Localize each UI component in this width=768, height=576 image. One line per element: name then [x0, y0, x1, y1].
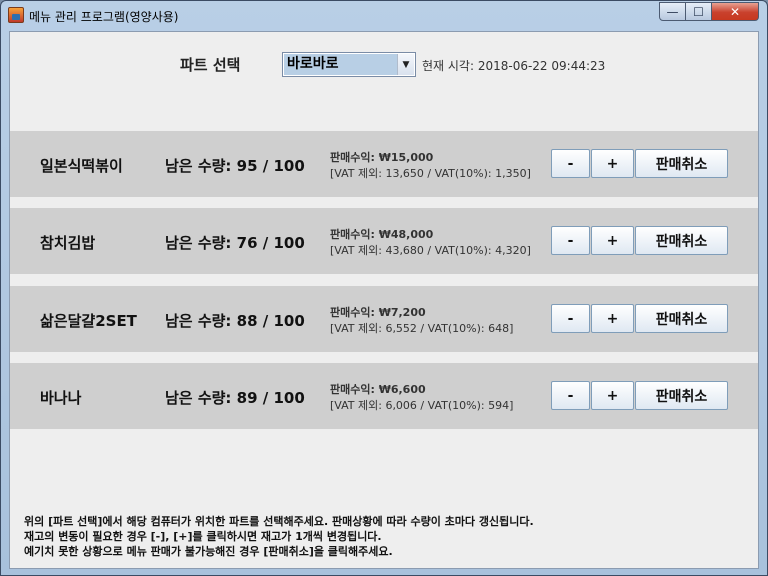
menu-name: 바나나: [40, 389, 82, 407]
instruction-line: 위의 [파트 선택]에서 해당 컴퓨터가 위치한 파트를 선택해주세요. 판매상…: [24, 515, 534, 528]
revenue-text: 판매수익: ₩6,600: [330, 383, 426, 396]
menu-name: 삶은달걀2SET: [40, 312, 137, 330]
client-area: 파트 선택 바로바로 ▼ 현재 시각: 2018-06-22 09:44:23 …: [9, 31, 759, 569]
menu-row: 바나나 남은 수량: 89 / 100 판매수익: ₩6,600 [VAT 제외…: [10, 363, 758, 429]
part-select-value: 바로바로: [284, 54, 397, 75]
decrease-button[interactable]: -: [551, 304, 590, 333]
title-bar[interactable]: 메뉴 관리 프로그램(영양사용) — ☐ ✕: [1, 1, 767, 31]
menu-row: 참치김밥 남은 수량: 76 / 100 판매수익: ₩48,000 [VAT …: [10, 208, 758, 274]
chevron-down-icon[interactable]: ▼: [397, 54, 414, 75]
revenue-text: 판매수익: ₩48,000: [330, 228, 434, 241]
stock-count: 남은 수량: 88 / 100: [165, 312, 305, 330]
current-time: 현재 시각: 2018-06-22 09:44:23: [422, 59, 606, 73]
menu-row: 삶은달걀2SET 남은 수량: 88 / 100 판매수익: ₩7,200 [V…: [10, 286, 758, 352]
part-select-label: 파트 선택: [180, 56, 241, 74]
maximize-button[interactable]: ☐: [686, 2, 712, 21]
vat-text: [VAT 제외: 13,650 / VAT(10%): 1,350]: [330, 167, 531, 180]
instruction-line: 예기치 못한 상황으로 메뉴 판매가 불가능해진 경우 [판매취소]을 클릭해주…: [24, 545, 393, 558]
vat-text: [VAT 제외: 43,680 / VAT(10%): 4,320]: [330, 244, 531, 257]
decrease-button[interactable]: -: [551, 149, 590, 178]
menu-name: 참치김밥: [40, 234, 96, 252]
close-icon: ✕: [729, 4, 741, 19]
increase-button[interactable]: +: [591, 149, 634, 178]
cancel-sale-button[interactable]: 판매취소: [635, 381, 728, 410]
vat-text: [VAT 제외: 6,552 / VAT(10%): 648]: [330, 322, 514, 335]
revenue-text: 판매수익: ₩7,200: [330, 306, 426, 319]
decrease-button[interactable]: -: [551, 226, 590, 255]
cancel-sale-button[interactable]: 판매취소: [635, 149, 728, 178]
increase-button[interactable]: +: [591, 381, 634, 410]
java-app-icon: [8, 7, 24, 23]
vat-text: [VAT 제외: 6,006 / VAT(10%): 594]: [330, 399, 514, 412]
increase-button[interactable]: +: [591, 226, 634, 255]
close-button[interactable]: ✕: [712, 2, 759, 21]
stock-count: 남은 수량: 89 / 100: [165, 389, 305, 407]
window-controls: — ☐ ✕: [659, 2, 759, 21]
cancel-sale-button[interactable]: 판매취소: [635, 304, 728, 333]
part-select-dropdown[interactable]: 바로바로 ▼: [282, 52, 416, 77]
maximize-icon: ☐: [693, 4, 704, 19]
window-title: 메뉴 관리 프로그램(영양사용): [29, 10, 179, 24]
stock-count: 남은 수량: 95 / 100: [165, 157, 305, 175]
menu-name: 일본식떡볶이: [40, 157, 123, 175]
app-window: 메뉴 관리 프로그램(영양사용) — ☐ ✕ 파트 선택 바로바로 ▼ 현재 시…: [0, 0, 768, 576]
instructions: 위의 [파트 선택]에서 해당 컴퓨터가 위치한 파트를 선택해주세요. 판매상…: [24, 514, 534, 559]
minimize-button[interactable]: —: [659, 2, 686, 21]
cancel-sale-button[interactable]: 판매취소: [635, 226, 728, 255]
revenue-text: 판매수익: ₩15,000: [330, 151, 434, 164]
instruction-line: 재고의 변동이 필요한 경우 [-], [+]를 클릭하시면 재고가 1개씩 변…: [24, 530, 382, 543]
decrease-button[interactable]: -: [551, 381, 590, 410]
minimize-icon: —: [666, 4, 679, 19]
menu-row: 일본식떡볶이 남은 수량: 95 / 100 판매수익: ₩15,000 [VA…: [10, 131, 758, 197]
stock-count: 남은 수량: 76 / 100: [165, 234, 305, 252]
increase-button[interactable]: +: [591, 304, 634, 333]
